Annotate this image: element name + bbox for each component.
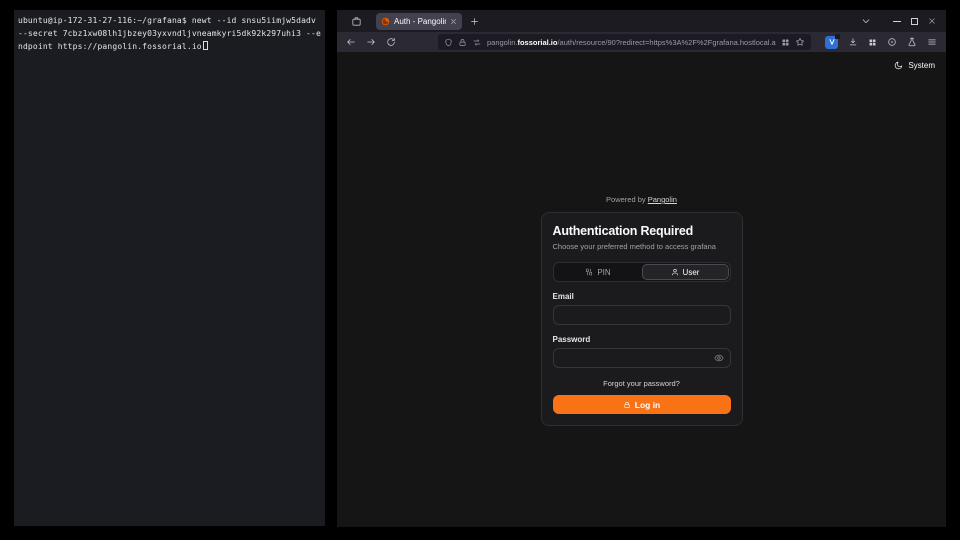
vimium-extension-icon[interactable]	[825, 36, 838, 49]
url-prefix: pangolin.	[487, 38, 517, 47]
terminal-line: ndpoint https://pangolin.fossorial.io	[18, 40, 325, 53]
ublock-circle-icon[interactable]	[887, 37, 897, 47]
window-maximize-button[interactable]	[911, 18, 918, 25]
tab-user[interactable]: User	[642, 264, 729, 280]
terminal-cursor	[203, 41, 208, 50]
tab-pin-label: PIN	[597, 268, 610, 277]
browser-toolbar: pangolin.fossorial.io/auth/resource/90?r…	[337, 32, 946, 52]
terminal-window[interactable]: ubuntu@ip-172-31-27-116:~/grafana$ newt …	[14, 10, 325, 526]
tab-user-label: User	[683, 268, 700, 277]
vimium-badge	[835, 34, 840, 39]
translate-arrows-icon[interactable]	[472, 38, 482, 47]
password-field[interactable]	[553, 348, 731, 368]
pangolin-link[interactable]: Pangolin	[648, 195, 677, 204]
forgot-password-link[interactable]: Forgot your password?	[553, 379, 731, 388]
keypad-icon	[585, 268, 593, 276]
downloads-button[interactable]	[848, 37, 858, 47]
desktop: ubuntu@ip-172-31-27-116:~/grafana$ newt …	[0, 0, 960, 540]
eye-icon[interactable]	[714, 353, 724, 363]
page-actions-grid-icon[interactable]	[781, 38, 790, 47]
email-field[interactable]	[553, 305, 731, 325]
auth-card: Authentication Required Choose your pref…	[541, 212, 743, 426]
moon-icon	[894, 61, 903, 70]
forward-button[interactable]	[366, 37, 376, 47]
tracking-protection-shield-icon[interactable]	[444, 38, 453, 47]
extensions-grid-icon[interactable]	[868, 38, 877, 47]
lock-icon[interactable]	[458, 38, 467, 47]
back-button[interactable]	[346, 37, 356, 47]
browser-window: Auth - Pangolin	[337, 10, 946, 527]
login-button[interactable]: Log in	[553, 395, 731, 414]
url-path: /auth/resource/90?redirect=https%3A%2F%2…	[557, 38, 776, 47]
url-domain: fossorial.io	[517, 38, 557, 47]
tab-title: Auth - Pangolin	[394, 17, 446, 26]
menu-hamburger-icon[interactable]	[927, 37, 937, 47]
page-content: System Powered by Pangolin Authenticatio…	[337, 52, 946, 527]
tab-list-chevron-icon[interactable]	[861, 16, 871, 26]
browser-tab-bar: Auth - Pangolin	[337, 10, 946, 32]
login-lock-icon	[623, 401, 631, 409]
pangolin-favicon-icon	[381, 17, 390, 26]
window-minimize-button[interactable]	[893, 21, 901, 22]
new-tab-button[interactable]	[470, 17, 479, 26]
powered-by-text: Powered by	[606, 195, 646, 204]
tab-pin[interactable]: PIN	[555, 264, 642, 280]
flask-extension-icon[interactable]	[907, 37, 917, 47]
reload-button[interactable]	[386, 37, 396, 47]
terminal-line-text: ndpoint https://pangolin.fossorial.io	[18, 42, 202, 51]
window-close-button[interactable]	[928, 17, 936, 25]
bookmark-star-icon[interactable]	[795, 37, 805, 47]
login-button-label: Log in	[635, 400, 661, 410]
url-text: pangolin.fossorial.io/auth/resource/90?r…	[487, 38, 776, 47]
card-subtitle: Choose your preferred method to access g…	[553, 242, 731, 251]
tab-auth-pangolin[interactable]: Auth - Pangolin	[376, 13, 462, 30]
email-label: Email	[553, 292, 731, 301]
url-bar[interactable]: pangolin.fossorial.io/auth/resource/90?r…	[438, 34, 811, 50]
card-title: Authentication Required	[553, 224, 731, 238]
user-icon	[671, 268, 679, 276]
auth-method-tabs: PIN User	[553, 262, 731, 282]
powered-by: Powered by Pangolin	[606, 195, 677, 204]
password-label: Password	[553, 335, 731, 344]
firefox-view-icon[interactable]	[346, 12, 366, 30]
theme-toggle-label: System	[908, 61, 935, 70]
terminal-line: ubuntu@ip-172-31-27-116:~/grafana$ newt …	[18, 14, 325, 27]
theme-toggle[interactable]: System	[894, 61, 935, 70]
tab-close-icon[interactable]	[450, 18, 457, 25]
terminal-line: --secret 7cbz1xw08lh1jbzey03yxvndljvneam…	[18, 27, 325, 40]
